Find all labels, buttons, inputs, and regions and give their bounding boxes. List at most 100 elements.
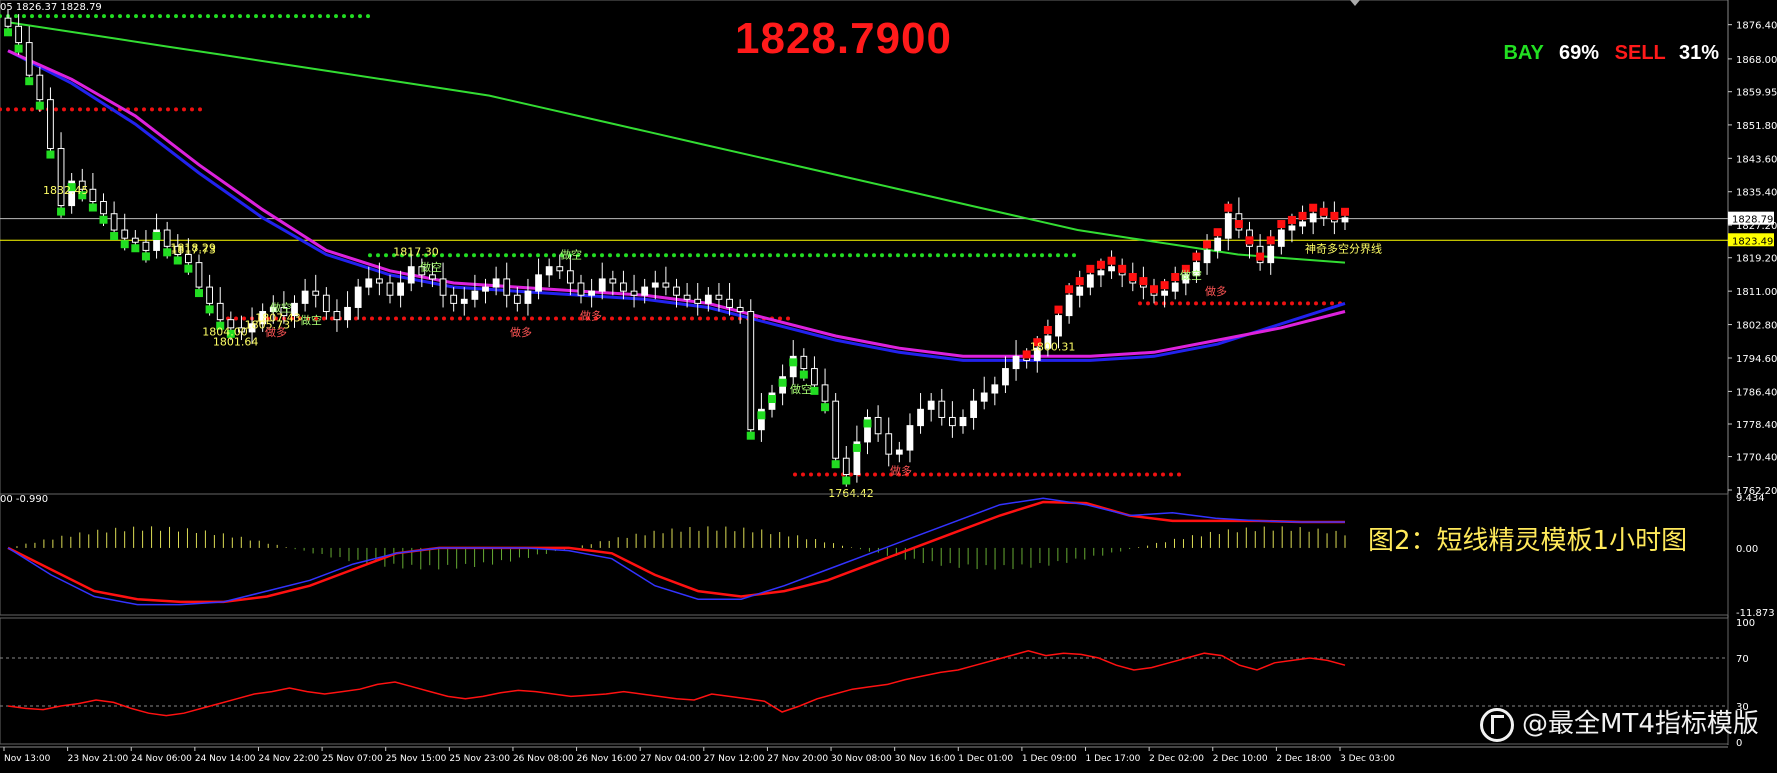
candle (545, 266, 553, 276)
level-dot (1258, 301, 1262, 306)
level-dot (440, 253, 444, 258)
trend-step-block (1086, 264, 1095, 273)
level-dot (792, 253, 796, 258)
trend-step-block (1234, 220, 1243, 229)
level-dot (464, 253, 468, 258)
level-dot (270, 14, 274, 19)
trend-step-block (14, 44, 23, 53)
level-dot (744, 253, 748, 258)
level-dot (1001, 472, 1005, 477)
level-dot (1016, 253, 1020, 258)
level-dot (54, 14, 58, 19)
level-dot (809, 472, 813, 477)
level-dot (198, 107, 202, 112)
level-dot (602, 316, 606, 321)
watermark-text: @最全MT4指标模版 (1522, 709, 1759, 739)
level-dot (808, 253, 812, 258)
level-dot (856, 253, 860, 258)
x-tick-label: 26 Nov 08:00 (513, 754, 574, 764)
level-dot (1314, 301, 1318, 306)
x-tick-label: 1 Dec 17:00 (1086, 754, 1141, 764)
y-tick-label: 1802.80 (1736, 321, 1777, 332)
level-dot (150, 14, 154, 19)
level-dot (600, 253, 604, 258)
candle (4, 17, 12, 27)
level-dot (656, 253, 660, 258)
candle (1086, 274, 1094, 288)
level-dot (506, 316, 510, 321)
candle (1214, 237, 1222, 251)
level-dot (458, 316, 462, 321)
level-dot (896, 253, 900, 258)
candle (163, 229, 171, 247)
osc-tick-label: 9.434 (1736, 493, 1765, 504)
level-dot (514, 316, 518, 321)
price-annotation: 1804.00 (202, 326, 248, 339)
trend-step-block (799, 370, 808, 379)
level-dot (358, 14, 362, 19)
level-dot (570, 316, 574, 321)
y-tick-label: 1794.60 (1736, 354, 1777, 365)
level-dot (1073, 472, 1077, 477)
level-dot (78, 14, 82, 19)
level-dot (1234, 301, 1238, 306)
level-dot (538, 316, 542, 321)
level-dot (1041, 472, 1045, 477)
level-dot (342, 14, 346, 19)
candle (566, 270, 574, 284)
signal-label: 做多 (1205, 284, 1227, 298)
trend-step-block (1160, 281, 1169, 290)
level-dot (1105, 472, 1109, 477)
level-dot (536, 253, 540, 258)
trend-step-block (25, 77, 34, 86)
level-dot (150, 107, 154, 112)
chart-shift-marker-icon[interactable] (1350, 0, 1360, 6)
level-dot (294, 14, 298, 19)
level-dot (616, 253, 620, 258)
candle (885, 433, 893, 455)
trend-step-block (120, 240, 129, 249)
y-tick-label: 1859.95 (1736, 88, 1777, 99)
level-dot (198, 14, 202, 19)
trend-step-block (1203, 240, 1212, 249)
x-tick-label: 1 Dec 01:00 (958, 754, 1013, 764)
level-dot (1024, 253, 1028, 258)
level-dot (378, 316, 382, 321)
level-dot (330, 316, 334, 321)
level-dot (54, 107, 58, 112)
candle (1171, 282, 1179, 292)
level-dot (370, 316, 374, 321)
level-dot (945, 472, 949, 477)
candle (1224, 213, 1232, 239)
candle (641, 286, 649, 296)
level-dot (386, 316, 390, 321)
level-dot (1138, 301, 1142, 306)
level-dot (1290, 301, 1294, 306)
candle (651, 282, 659, 288)
level-dot (1154, 301, 1158, 306)
level-dot (1008, 253, 1012, 258)
mt4-chart-window[interactable]: 1876.40 1868.00 1859.95 1851.80 1843.60 1835.… (0, 0, 1777, 769)
trend-step-block (1245, 236, 1254, 245)
level-dot (512, 253, 516, 258)
chart-canvas[interactable]: 1876.40 1868.00 1859.95 1851.80 1843.60 1835.… (0, 0, 1777, 769)
level-dot (698, 316, 702, 321)
candle (842, 457, 850, 476)
level-dot (70, 14, 74, 19)
level-dot (1065, 472, 1069, 477)
candle (386, 282, 394, 296)
level-dot (1048, 253, 1052, 258)
level-dot (1266, 301, 1270, 306)
candle (938, 400, 946, 418)
level-dot (848, 253, 852, 258)
candle (1097, 270, 1105, 276)
candle (15, 25, 23, 44)
level-dot (86, 14, 90, 19)
level-dot (672, 253, 676, 258)
level-dot (166, 107, 170, 112)
level-dot (610, 316, 614, 321)
candle (1277, 229, 1285, 247)
candle (492, 278, 500, 288)
level-dot (1242, 301, 1246, 306)
level-dot (126, 14, 130, 19)
